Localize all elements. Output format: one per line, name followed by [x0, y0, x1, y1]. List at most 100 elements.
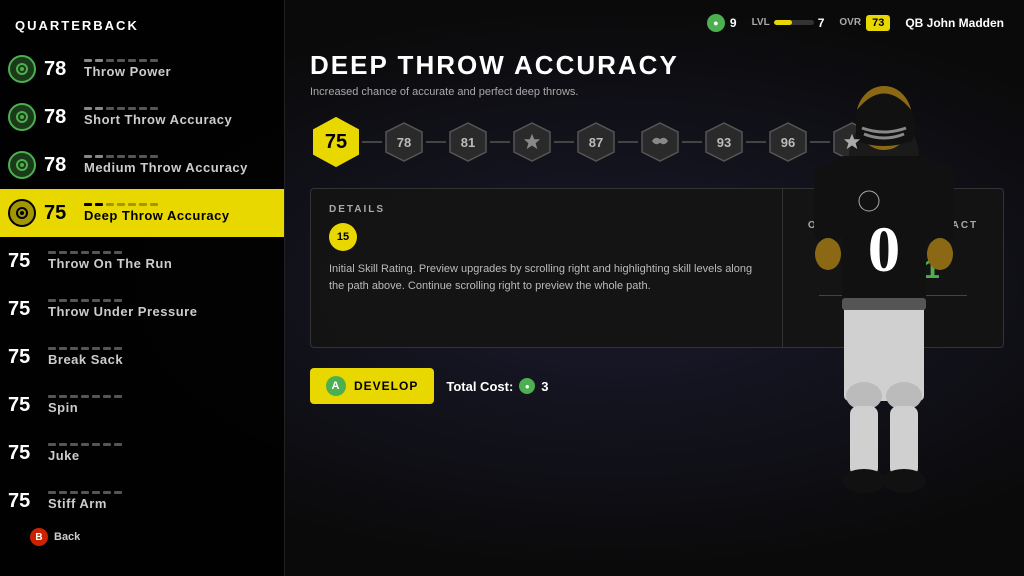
dot [128, 203, 136, 206]
skill-item-throw-on-the-run[interactable]: 75 Throw On The Run [0, 237, 284, 285]
dot [139, 155, 147, 158]
dot [84, 107, 92, 110]
skill-name: Juke [48, 448, 272, 463]
dot [103, 491, 111, 494]
skill-dots [48, 251, 272, 254]
path-connector [682, 141, 702, 143]
path-node-6[interactable]: 93 [702, 120, 746, 164]
dot [95, 203, 103, 206]
position-title: QUARTERBACK [0, 10, 284, 45]
skill-icon [8, 103, 36, 131]
icon-node [638, 120, 682, 164]
current-node-val: 75 [325, 131, 347, 154]
dot [95, 59, 103, 62]
dot [81, 299, 89, 302]
player-name-header: QB John Madden [905, 16, 1004, 30]
skill-item-medium-throw-accuracy[interactable]: 78 Medium Throw Accuracy [0, 141, 284, 189]
dot [139, 203, 147, 206]
back-label: Back [54, 531, 80, 543]
dot [48, 443, 56, 446]
a-button-icon: A [326, 376, 346, 396]
skill-dots [84, 155, 272, 158]
skill-dots [48, 491, 272, 494]
skill-item-throw-power[interactable]: 78 Throw Power [0, 45, 284, 93]
path-connector [362, 141, 382, 143]
dot [59, 299, 67, 302]
path-node-3[interactable] [510, 120, 554, 164]
dot [84, 155, 92, 158]
skill-item-spin[interactable]: 75 Spin [0, 381, 284, 429]
dot [81, 251, 89, 254]
skill-dots [48, 443, 272, 446]
skill-item-short-throw-accuracy[interactable]: 78 Short Throw Accuracy [0, 93, 284, 141]
develop-label: Develop [354, 379, 418, 393]
path-node-5[interactable] [638, 120, 682, 164]
ovr-label: OVR [839, 17, 861, 28]
skill-name: Throw On The Run [48, 256, 272, 271]
number-node: 93 [702, 120, 746, 164]
dot [114, 443, 122, 446]
dot [92, 395, 100, 398]
number-node: 87 [574, 120, 618, 164]
dot [92, 491, 100, 494]
path-connector [554, 141, 574, 143]
skill-rating: 78 [44, 58, 74, 81]
skill-name: Short Throw Accuracy [84, 112, 272, 127]
skill-rating: 75 [8, 298, 38, 321]
dot [81, 491, 89, 494]
dot [70, 347, 78, 350]
dot [48, 491, 56, 494]
path-connector [618, 141, 638, 143]
dot [48, 299, 56, 302]
skill-content: Juke [48, 443, 272, 463]
level-progress-bar [774, 20, 814, 25]
skill-item-throw-under-pressure[interactable]: 75 Throw Under Pressure [0, 285, 284, 333]
dot [92, 443, 100, 446]
dot [92, 251, 100, 254]
dot [92, 299, 100, 302]
path-node-2[interactable]: 81 [446, 120, 490, 164]
dot [150, 59, 158, 62]
skill-item-break-sack[interactable]: 75 Break Sack [0, 333, 284, 381]
level-display: LVL 7 [752, 16, 825, 30]
dot [103, 395, 111, 398]
skill-dots [84, 107, 272, 110]
number-node: 81 [446, 120, 490, 164]
develop-button[interactable]: A Develop [310, 368, 434, 404]
skill-content: Throw Under Pressure [48, 299, 272, 319]
skill-rating: 75 [8, 394, 38, 417]
skill-content: Break Sack [48, 347, 272, 367]
node-icon-img [523, 132, 541, 153]
dot [150, 107, 158, 110]
path-node-0[interactable]: 75 [310, 116, 362, 168]
dot [106, 59, 114, 62]
number-node-val: 96 [781, 135, 795, 150]
path-node-4[interactable]: 87 [574, 120, 618, 164]
skill-name: Break Sack [48, 352, 272, 367]
details-label: DETAILS [329, 204, 764, 215]
skill-name: Spin [48, 400, 272, 415]
level-label: LVL [752, 17, 770, 28]
skill-rating: 75 [8, 490, 38, 513]
skill-rating: 75 [8, 346, 38, 369]
total-cost-display: Total Cost: ● 3 [446, 378, 548, 394]
dot [48, 347, 56, 350]
dot [114, 299, 122, 302]
coins-icon: ● [707, 14, 725, 32]
dot [128, 59, 136, 62]
svg-text:0: 0 [868, 214, 901, 286]
skill-item-juke[interactable]: 75 Juke [0, 429, 284, 477]
path-node-1[interactable]: 78 [382, 120, 426, 164]
dot [150, 203, 158, 206]
skill-item-deep-throw-accuracy[interactable]: 75 Deep Throw Accuracy [0, 189, 284, 237]
dot [103, 251, 111, 254]
skill-content: Medium Throw Accuracy [84, 155, 272, 175]
dot [106, 155, 114, 158]
dot [48, 395, 56, 398]
dot [117, 107, 125, 110]
skill-dots [48, 299, 272, 302]
skill-dots [84, 59, 272, 62]
path-connector [426, 141, 446, 143]
dot [70, 299, 78, 302]
back-button[interactable]: B Back [15, 513, 95, 561]
